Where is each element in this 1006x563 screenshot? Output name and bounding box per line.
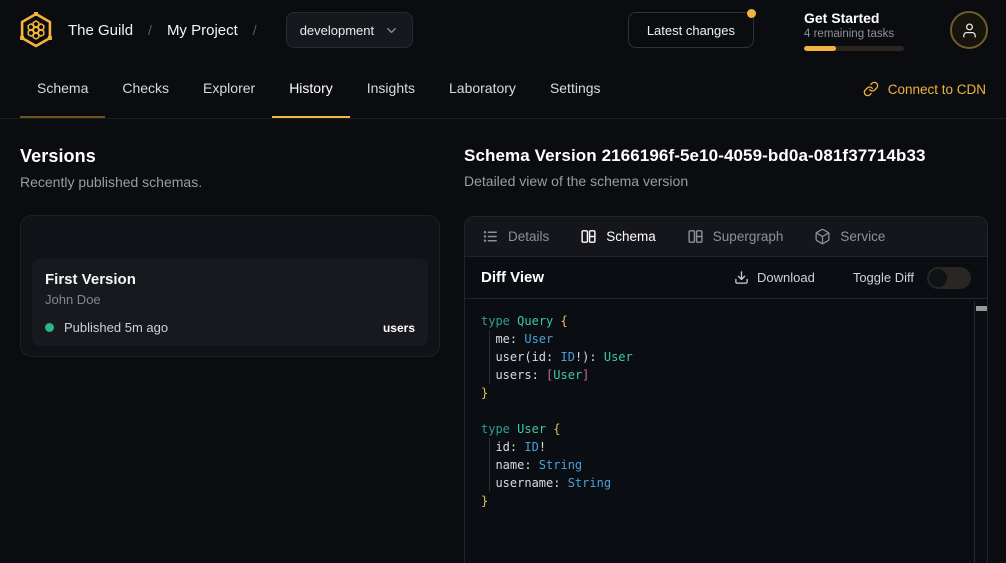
code-line: users: [User] — [481, 366, 971, 384]
breadcrumb-separator: / — [148, 22, 152, 38]
columns-icon — [580, 228, 597, 245]
download-label: Download — [757, 270, 815, 285]
service-badge: users — [383, 321, 415, 335]
versions-panel: Versions Recently published schemas. Fir… — [20, 146, 440, 563]
code-line: id: ID! — [481, 438, 971, 456]
toggle-diff-label: Toggle Diff — [853, 270, 914, 285]
avatar-button[interactable] — [950, 11, 988, 49]
breadcrumb-project[interactable]: My Project — [167, 22, 238, 39]
scrollbar-thumb[interactable] — [976, 306, 987, 311]
hive-logo[interactable] — [16, 10, 56, 50]
toggle-diff-switch[interactable] — [927, 267, 971, 289]
nav-tab-schema[interactable]: Schema — [20, 60, 105, 118]
breadcrumb-separator: / — [253, 22, 257, 38]
nav-tab-history[interactable]: History — [272, 60, 350, 118]
code-line: } — [481, 492, 971, 510]
get-started-subtitle: 4 remaining tasks — [804, 28, 904, 40]
connect-to-cdn-link[interactable]: Connect to CDN — [863, 60, 986, 118]
code-line — [481, 402, 971, 420]
schema-version-subtitle: Detailed view of the schema version — [464, 173, 988, 189]
link-icon — [863, 81, 879, 97]
schema-version-title: Schema Version 2166196f-5e10-4059-bd0a-0… — [464, 146, 988, 166]
top-bar: The Guild / My Project / development Lat… — [0, 0, 1006, 60]
breadcrumb: The Guild / My Project / — [68, 22, 272, 39]
version-name: First Version — [45, 271, 415, 288]
columns-icon — [687, 228, 704, 245]
switch-knob — [929, 269, 947, 287]
published-status-dot — [45, 323, 54, 332]
environment-value: development — [300, 23, 374, 38]
tab-schema-label: Schema — [606, 229, 656, 244]
code-block: type Query { me: User user(id: ID!): Use… — [465, 299, 987, 523]
main-content: Versions Recently published schemas. Fir… — [0, 119, 1006, 563]
latest-changes-label: Latest changes — [647, 23, 735, 38]
nav-tab-laboratory[interactable]: Laboratory — [432, 60, 533, 118]
code-line: name: String — [481, 456, 971, 474]
environment-selector[interactable]: development — [286, 12, 413, 48]
nav-tab-explorer[interactable]: Explorer — [186, 60, 272, 118]
versions-subtitle: Recently published schemas. — [20, 174, 440, 190]
versions-card: First Version John Doe Published 5m ago … — [20, 215, 440, 357]
latest-changes-button[interactable]: Latest changes — [628, 12, 754, 48]
nav-spacer — [618, 60, 863, 118]
tab-schema[interactable]: Schema — [580, 228, 656, 245]
get-started-title: Get Started — [804, 10, 904, 26]
nav-tab-insights[interactable]: Insights — [350, 60, 432, 118]
version-list-item[interactable]: First Version John Doe Published 5m ago … — [32, 259, 428, 346]
nav-tab-checks[interactable]: Checks — [105, 60, 186, 118]
vertical-scrollbar[interactable] — [974, 301, 987, 563]
diff-view-title: Diff View — [481, 269, 544, 286]
code-line: type User { — [481, 420, 971, 438]
versions-title: Versions — [20, 146, 440, 167]
list-icon — [482, 228, 499, 245]
version-meta-row: Published 5m ago users — [45, 320, 415, 335]
box-icon — [814, 228, 831, 245]
download-icon — [734, 270, 749, 285]
code-line: type Query { — [481, 312, 971, 330]
download-button[interactable]: Download — [734, 270, 815, 285]
tab-details-label: Details — [508, 229, 549, 244]
diff-view-header: Diff View Download Toggle Diff — [465, 257, 987, 299]
get-started-progress-fill — [804, 46, 836, 51]
version-status: Published 5m ago — [64, 320, 168, 335]
tab-service[interactable]: Service — [814, 228, 885, 245]
get-started-widget[interactable]: Get Started 4 remaining tasks — [804, 10, 904, 51]
breadcrumb-org[interactable]: The Guild — [68, 22, 133, 39]
schema-detail-panel: Details Schema Supergraph Service Diff V… — [464, 216, 988, 563]
notification-dot — [747, 9, 756, 18]
version-author: John Doe — [45, 292, 415, 307]
schema-code-area: type Query { me: User user(id: ID!): Use… — [465, 299, 987, 563]
user-icon — [961, 22, 978, 39]
code-line: } — [481, 384, 971, 402]
code-line: user(id: ID!): User — [481, 348, 971, 366]
tab-details[interactable]: Details — [482, 228, 549, 245]
tab-supergraph-label: Supergraph — [713, 229, 784, 244]
nav-tab-settings[interactable]: Settings — [533, 60, 618, 118]
connect-to-cdn-label: Connect to CDN — [888, 82, 986, 97]
detail-tab-bar: Details Schema Supergraph Service — [465, 217, 987, 257]
tab-service-label: Service — [840, 229, 885, 244]
get-started-progress-track — [804, 46, 904, 51]
code-line: username: String — [481, 474, 971, 492]
code-line: me: User — [481, 330, 971, 348]
tab-supergraph[interactable]: Supergraph — [687, 228, 784, 245]
chevron-down-icon — [384, 23, 399, 38]
schema-version-detail: Schema Version 2166196f-5e10-4059-bd0a-0… — [464, 146, 988, 563]
nav-tabs: SchemaChecksExplorerHistoryInsightsLabor… — [20, 60, 618, 118]
primary-nav: SchemaChecksExplorerHistoryInsightsLabor… — [0, 60, 1006, 119]
